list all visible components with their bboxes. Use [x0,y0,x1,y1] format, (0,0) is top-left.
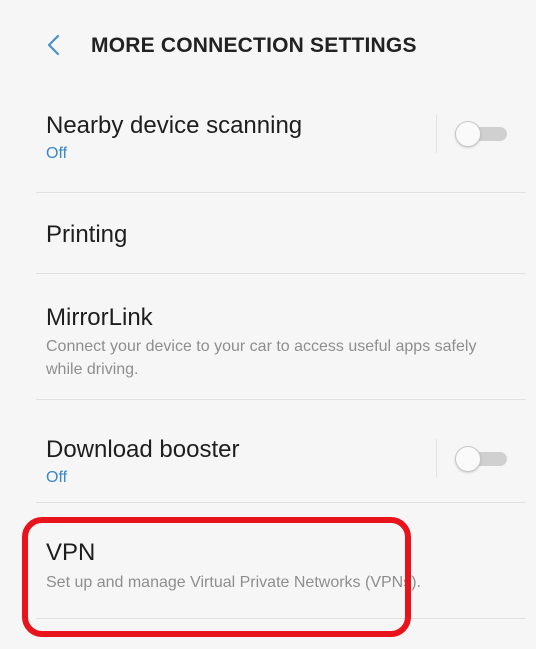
nearby-device-scanning-item[interactable]: Nearby device scanning Off [36,92,526,193]
download-booster-status: Off [46,469,68,486]
divider [36,618,526,619]
vpn-description: Set up and manage Virtual Private Networ… [46,574,421,591]
toggle-divider [436,439,437,477]
mirrorlink-item[interactable]: MirrorLink Connect your device to your c… [36,274,526,400]
toggle-thumb [455,446,481,472]
vpn-item[interactable]: VPN Set up and manage Virtual Private Ne… [36,503,526,619]
download-booster-label: Download booster [46,436,240,463]
download-booster-toggle[interactable] [455,446,507,472]
nearby-device-scanning-label: Nearby device scanning [46,112,303,139]
more-connection-settings-screen: MORE CONNECTION SETTINGS Nearby device s… [0,0,536,649]
vpn-label: VPN [46,539,96,566]
download-booster-item[interactable]: Download booster Off [36,400,526,503]
nearby-device-scanning-status: Off [46,145,68,162]
mirrorlink-label: MirrorLink [46,304,153,331]
printing-label: Printing [46,221,128,248]
app-bar: MORE CONNECTION SETTINGS [0,0,536,92]
chevron-left-icon [47,34,60,56]
mirrorlink-description: Connect your device to your car to acces… [46,338,477,378]
toggle-divider [436,115,437,153]
printing-item[interactable]: Printing [36,193,526,274]
toggle-thumb [455,121,481,147]
page-title: MORE CONNECTION SETTINGS [91,34,417,57]
back-button[interactable] [42,31,64,59]
nearby-device-scanning-toggle[interactable] [455,121,507,147]
